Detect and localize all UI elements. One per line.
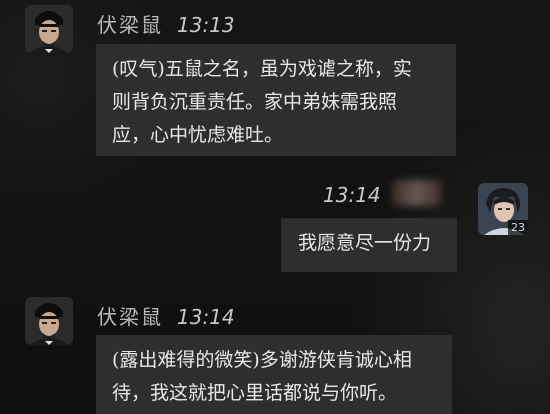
sender-name: 伏梁鼠 [97, 305, 163, 329]
sender-line: 伏梁鼠 13:14 [97, 301, 235, 330]
player-name-blurred [392, 180, 442, 206]
sender-name: 伏梁鼠 [97, 13, 163, 37]
npc-avatar[interactable] [25, 297, 73, 345]
message-time: 13:13 [177, 13, 235, 37]
npc-avatar[interactable] [25, 5, 73, 53]
player-level-badge: 23 [508, 220, 528, 235]
message-time: 13:14 [323, 183, 381, 207]
message-bubble: (露出难得的微笑)多谢游侠肯诚心相 待，我这就把心里话都说与你听。 [96, 335, 452, 414]
sender-line: 伏梁鼠 13:13 [97, 9, 235, 38]
message-bubble: 我愿意尽一份力 [281, 218, 457, 272]
message-time: 13:14 [177, 305, 235, 329]
player-avatar[interactable]: 23 [478, 183, 528, 235]
message-bubble: (叹气)五鼠之名，虽为戏谑之称，实 则背负沉重责任。家中弟妹需我照 应，心中忧虑… [96, 44, 456, 156]
